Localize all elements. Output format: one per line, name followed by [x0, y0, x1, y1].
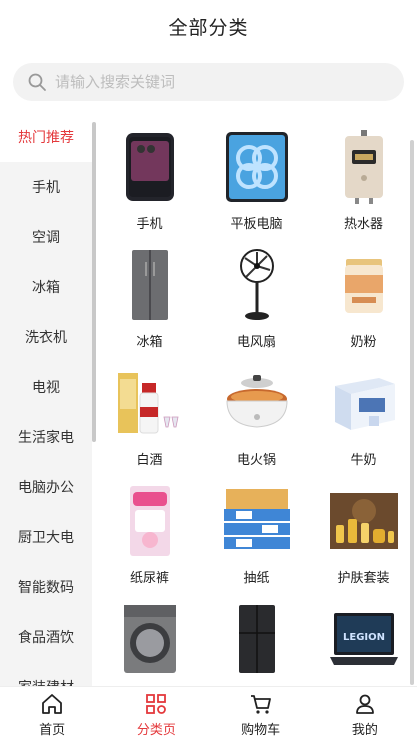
sidebar-item-phone[interactable]: 手机	[0, 162, 92, 212]
grid-scrollbar[interactable]	[410, 140, 414, 685]
sidebar-item-food[interactable]: 食品酒饮	[0, 612, 92, 662]
home-icon	[42, 693, 63, 714]
grid-item-washer[interactable]	[96, 594, 203, 686]
tab-cart-label: 购物车	[241, 722, 281, 738]
diaper-icon	[129, 486, 170, 556]
water-heater-icon	[344, 130, 383, 204]
fan-icon	[239, 249, 274, 320]
page-header: 全部分类	[0, 0, 417, 52]
grid-item-tablet[interactable]: 平板电脑	[203, 122, 310, 240]
search-input[interactable]	[55, 73, 404, 91]
grid-item-label: 抽纸	[243, 571, 270, 586]
svg-text:LEGION: LEGION	[342, 632, 384, 643]
grid-item-milk-powder[interactable]: 奶粉	[310, 240, 417, 358]
smartphone-icon	[125, 133, 174, 201]
product-grid: 手机 平板电脑 热水器 冰箱 电风扇 奶粉 白酒 电火锅 牛奶 纸尿裤 抽纸 护…	[96, 112, 417, 686]
sidebar-item-hot[interactable]: 热门推荐	[0, 112, 92, 162]
grid-item-skincare[interactable]: 护肤套装	[310, 476, 417, 594]
tissue-icon	[223, 489, 290, 549]
sidebar-item-home-appliance[interactable]: 生活家电	[0, 412, 92, 462]
search-bar	[0, 52, 417, 112]
sidebar-item-tv[interactable]: 电视	[0, 362, 92, 412]
sidebar-item-home-build[interactable]: 家装建材	[0, 662, 92, 686]
category-sidebar: 热门推荐 手机 空调 冰箱 洗衣机 电视 生活家电 电脑办公 厨卫大电 智能数码…	[0, 112, 92, 686]
grid-item-liquor[interactable]: 白酒	[96, 358, 203, 476]
skincare-icon	[329, 493, 398, 549]
category-body: 热门推荐 手机 空调 冰箱 洗衣机 电视 生活家电 电脑办公 厨卫大电 智能数码…	[0, 112, 417, 686]
grid-item-tissue[interactable]: 抽纸	[203, 476, 310, 594]
grid-item-water-heater[interactable]: 热水器	[310, 122, 417, 240]
sidebar-item-kitchen[interactable]: 厨卫大电	[0, 512, 92, 562]
grid-item-fridge-dark[interactable]	[203, 594, 310, 686]
page-title: 全部分类	[168, 16, 249, 39]
tab-home-label: 首页	[39, 722, 66, 738]
bottom-tabbar: 首页 分类页 购物车 我的	[0, 686, 417, 742]
fridge-dark-icon	[238, 605, 275, 673]
tab-mine[interactable]: 我的	[313, 687, 417, 742]
tab-mine-label: 我的	[351, 722, 378, 738]
hotpot-icon	[225, 375, 288, 428]
sidebar-item-aircon[interactable]: 空调	[0, 212, 92, 262]
product-grid-area: 手机 平板电脑 热水器 冰箱 电风扇 奶粉 白酒 电火锅 牛奶 纸尿裤 抽纸 护…	[96, 112, 417, 686]
grid-item-fridge[interactable]: 冰箱	[96, 240, 203, 358]
cart-icon	[250, 694, 271, 714]
laptop-icon: LEGION	[329, 613, 398, 665]
user-icon	[355, 694, 374, 714]
grid-item-label: 电风扇	[236, 335, 276, 350]
tab-home[interactable]: 首页	[0, 687, 104, 742]
grid-item-laptop[interactable]: LEGION	[310, 594, 417, 686]
grid-item-label: 平板电脑	[230, 217, 283, 232]
sidebar-item-washer[interactable]: 洗衣机	[0, 312, 92, 362]
grid-item-label: 牛奶	[350, 453, 377, 468]
grid-item-hotpot[interactable]: 电火锅	[203, 358, 310, 476]
grid-item-fan[interactable]: 电风扇	[203, 240, 310, 358]
grid-item-label: 护肤套装	[337, 571, 390, 586]
tab-cart[interactable]: 购物车	[209, 687, 313, 742]
milk-powder-icon	[344, 259, 383, 313]
grid-item-milk[interactable]: 牛奶	[310, 358, 417, 476]
tab-category[interactable]: 分类页	[104, 687, 208, 742]
sidebar-item-computer[interactable]: 电脑办公	[0, 462, 92, 512]
grid-item-label: 电火锅	[236, 453, 276, 468]
washing-machine-icon	[123, 605, 176, 673]
search-box[interactable]	[13, 63, 404, 101]
sidebar-item-digital[interactable]: 智能数码	[0, 562, 92, 612]
grid-item-label: 白酒	[136, 453, 163, 468]
search-icon	[28, 73, 46, 91]
sidebar-item-fridge[interactable]: 冰箱	[0, 262, 92, 312]
refrigerator-icon	[131, 250, 168, 320]
grid-item-phone[interactable]: 手机	[96, 122, 203, 240]
liquor-icon	[117, 373, 178, 434]
grid-item-diaper[interactable]: 纸尿裤	[96, 476, 203, 594]
grid-item-label: 冰箱	[136, 335, 163, 350]
tablet-icon	[225, 132, 288, 202]
milk-box-icon	[334, 378, 395, 430]
tab-category-label: 分类页	[136, 722, 176, 738]
category-icon	[146, 693, 167, 714]
grid-item-label: 纸尿裤	[129, 571, 169, 586]
grid-item-label: 手机	[136, 217, 163, 232]
grid-item-label: 奶粉	[350, 335, 377, 350]
grid-item-label: 热水器	[343, 217, 383, 232]
